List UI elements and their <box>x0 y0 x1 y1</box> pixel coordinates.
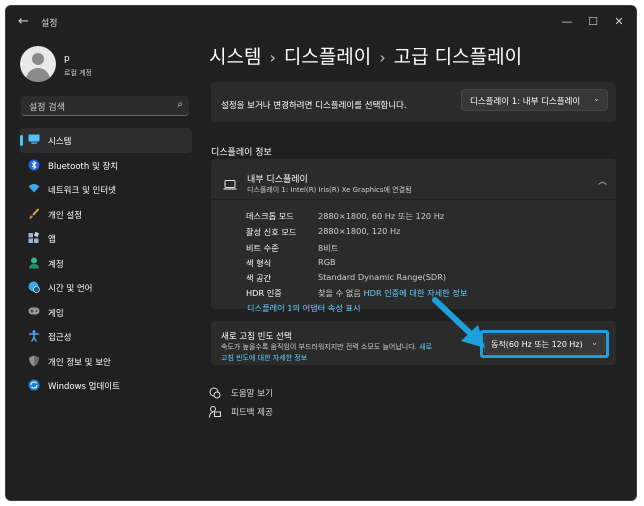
feedback-icon <box>209 406 221 421</box>
sidebar-item-accounts[interactable]: 계정 <box>20 251 192 276</box>
search-icon: ⌕ <box>177 99 183 110</box>
page-title: 고급 디스플레이 <box>393 46 523 68</box>
sidebar-item-windows-update[interactable]: Windows 업데이트 <box>20 373 192 398</box>
breadcrumb-separator: › <box>269 48 276 67</box>
chevron-up-icon[interactable]: ︿ <box>598 174 607 187</box>
sidebar-item-label: 게임 <box>48 308 64 319</box>
breadcrumb-system[interactable]: 시스템 <box>209 46 261 68</box>
chevron-down-icon: ⌄ <box>593 94 600 103</box>
info-value: 8비트 <box>318 243 339 253</box>
avatar <box>20 46 56 82</box>
sidebar-item-label: 네트워크 및 인터넷 <box>48 186 116 196</box>
sidebar-item-apps[interactable]: 앱 <box>20 226 192 251</box>
info-key: 색 형식 <box>246 258 272 268</box>
sidebar-item-gaming[interactable]: 게임 <box>20 300 192 325</box>
brush-icon <box>28 207 40 220</box>
sidebar-item-network[interactable]: 네트워크 및 인터넷 <box>20 177 192 202</box>
info-value: Standard Dynamic Range(SDR) <box>318 272 447 282</box>
info-key: 비트 수준 <box>246 243 279 253</box>
select-display-hint: 설정을 보거나 변경하려면 디스플레이를 선택합니다. <box>221 101 407 111</box>
minimize-icon[interactable]: — <box>555 12 579 32</box>
highlight-box <box>480 330 609 358</box>
feedback-link[interactable]: 피드백 제공 <box>231 406 273 418</box>
sidebar-item-label: 접근성 <box>48 333 72 343</box>
display-select-value: 디스플레이 1: 내부 디스플레이 <box>470 97 581 107</box>
laptop-icon <box>223 176 237 190</box>
title-bar: ← 설정 — ☐ ✕ <box>6 6 636 38</box>
sidebar-item-label: 개인 설정 <box>48 210 82 221</box>
refresh-link-part2[interactable]: 고침 빈도에 대한 자세한 정보 <box>221 354 307 362</box>
breadcrumb-display[interactable]: 디스플레이 <box>284 46 371 68</box>
window-title: 설정 <box>41 19 58 29</box>
globe-clock-icon <box>28 281 40 293</box>
info-key: HDR 인증 <box>246 288 282 298</box>
bluetooth-icon <box>28 159 40 171</box>
sidebar-item-label: 계정 <box>48 259 64 270</box>
breadcrumb-separator: › <box>379 48 386 67</box>
arrow-left-icon[interactable]: ← <box>18 14 34 30</box>
sidebar-item-accessibility[interactable]: 접근성 <box>20 324 192 349</box>
sidebar-item-label: Bluetooth 및 장치 <box>48 161 119 172</box>
sidebar-item-privacy[interactable]: 개인 정보 및 보안 <box>20 349 192 374</box>
sidebar-item-label: Windows 업데이트 <box>48 382 120 392</box>
display-name: 내부 디스플레이 <box>247 175 308 185</box>
close-icon[interactable]: ✕ <box>607 12 631 32</box>
refresh-desc-text: 속도가 높을수록 움직임이 부드러워지지만 전력 소모도 늘어납니다. <box>221 343 417 351</box>
user-name: p <box>64 54 70 64</box>
info-key: 색 공간 <box>246 273 272 283</box>
sidebar-nav: 시스템 Bluetooth 및 장치 네트워크 및 인터넷 개인 설정 앱 계정… <box>20 128 192 398</box>
help-link[interactable]: 도움말 보기 <box>231 387 273 399</box>
account-type: 로컬 계정 <box>64 69 92 77</box>
search-placeholder: 설정 검색 <box>29 103 65 113</box>
divider <box>211 199 616 200</box>
sidebar-item-bluetooth[interactable]: Bluetooth 및 장치 <box>20 153 192 178</box>
accessibility-icon <box>28 330 40 342</box>
search-input[interactable]: 설정 검색 ⌕ <box>21 96 189 116</box>
shield-icon <box>28 355 40 367</box>
info-value: 2880×1800, 120 Hz <box>318 226 401 236</box>
breadcrumb: 시스템 › 디스플레이 › 고급 디스플레이 <box>209 42 522 69</box>
sidebar-item-label: 개인 정보 및 보안 <box>48 357 111 368</box>
sidebar-item-label: 시스템 <box>48 137 72 147</box>
sidebar-item-personalization[interactable]: 개인 설정 <box>20 202 192 227</box>
gamepad-icon <box>28 306 40 318</box>
maximize-icon[interactable]: ☐ <box>581 12 605 32</box>
info-value: RGB <box>318 257 336 267</box>
arrow-annotation-icon <box>432 297 485 348</box>
monitor-icon <box>28 134 40 146</box>
info-value: 2880×1800, 60 Hz 또는 120 Hz <box>318 211 445 221</box>
sidebar-item-label: 앱 <box>48 235 56 245</box>
person-icon <box>28 257 40 269</box>
sidebar-item-system[interactable]: 시스템 <box>20 128 192 153</box>
help-icon <box>209 387 221 402</box>
settings-window: ← 설정 — ☐ ✕ p 로컬 계정 설정 검색 ⌕ 시스템 Bluetooth… <box>5 5 637 501</box>
update-icon <box>28 379 40 391</box>
info-key: 데스크톱 모드 <box>246 211 294 221</box>
refresh-rate-title: 새로 고침 빈도 선택 <box>221 332 292 342</box>
hdr-status: 찾을 수 없음 <box>318 288 361 298</box>
display-select-dropdown[interactable]: 디스플레이 1: 내부 디스플레이 ⌄ <box>461 89 608 111</box>
wifi-icon <box>28 183 40 195</box>
section-title: 디스플레이 정보 <box>211 148 272 158</box>
adapter-properties-link[interactable]: 디스플레이 1의 어댑터 속성 표시 <box>247 302 361 314</box>
info-key: 활성 신호 모드 <box>246 227 297 237</box>
apps-icon <box>28 231 40 244</box>
sidebar-item-time-language[interactable]: 시간 및 언어 <box>20 275 192 300</box>
sidebar-item-label: 시간 및 언어 <box>48 284 93 294</box>
display-subtitle: 디스플레이 1: Intel(R) Iris(R) Xe Graphics에 연… <box>247 186 412 194</box>
